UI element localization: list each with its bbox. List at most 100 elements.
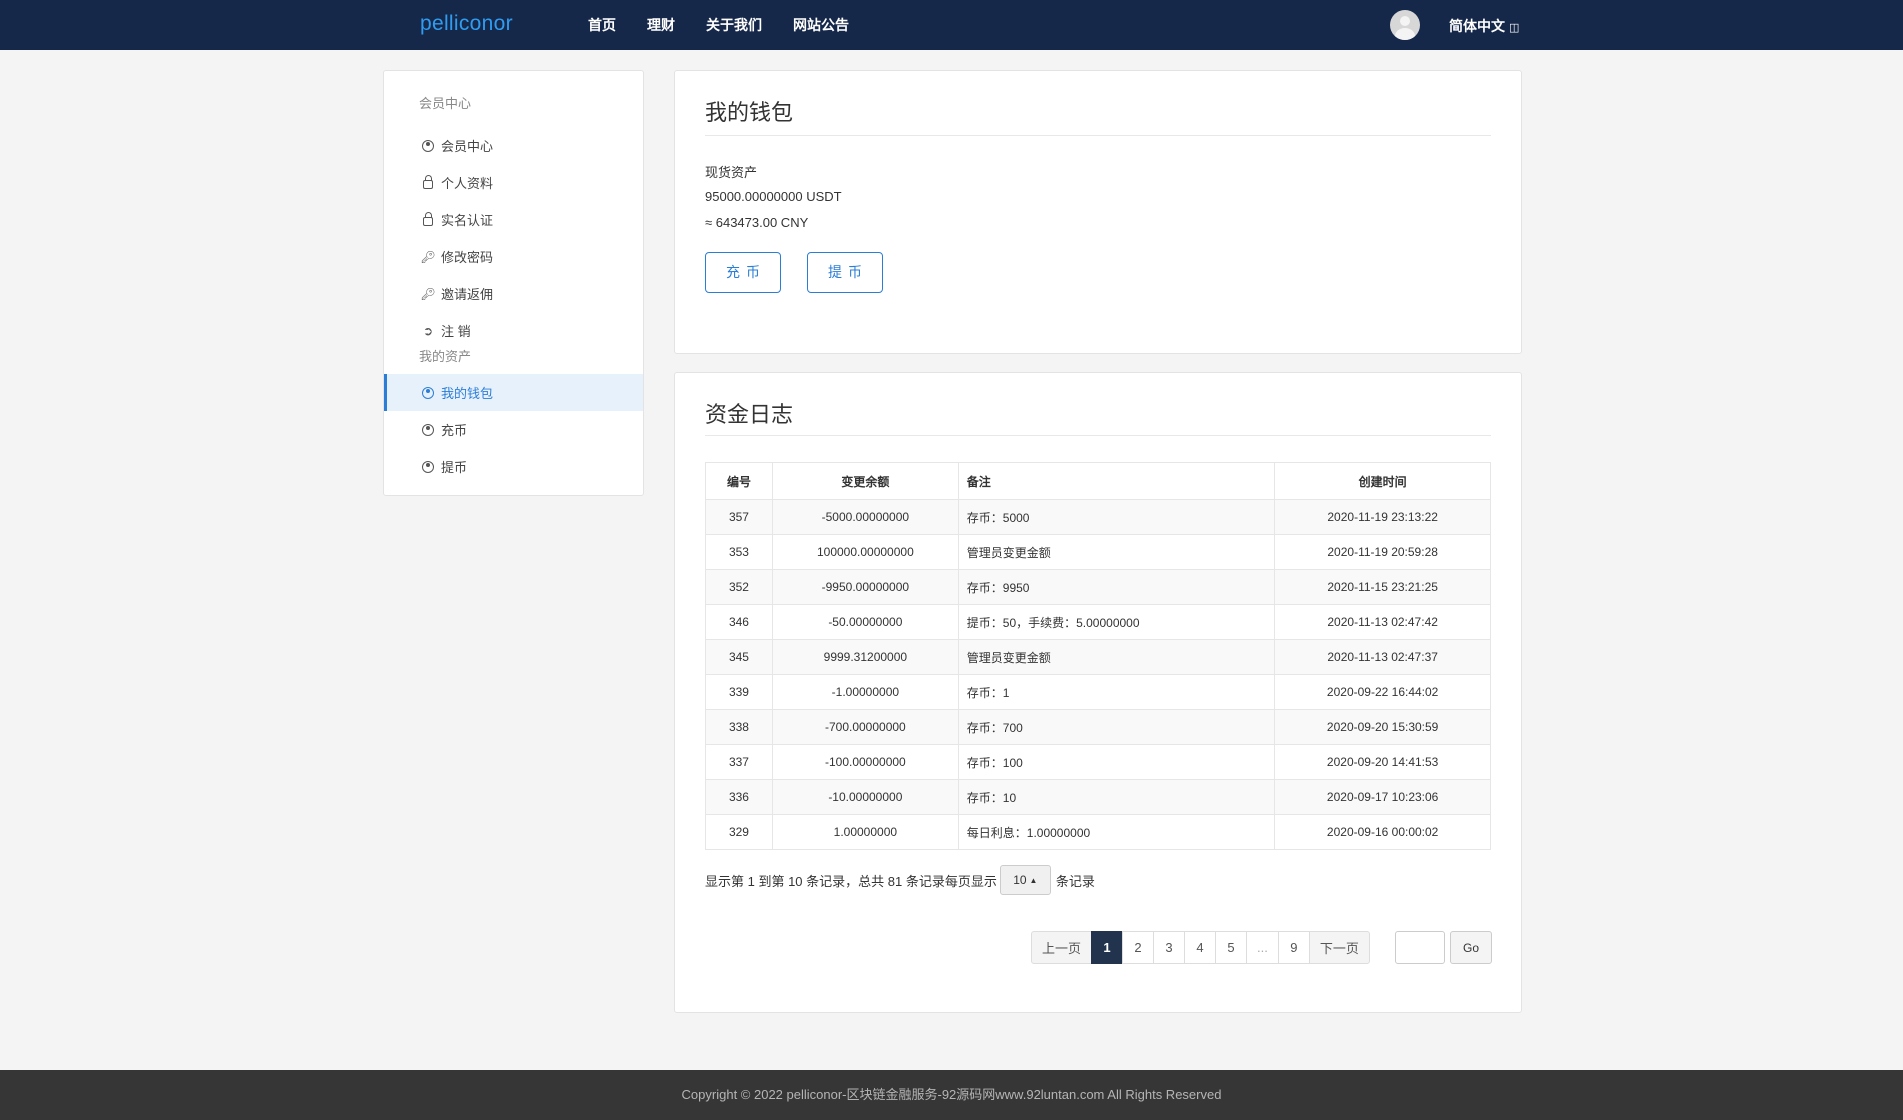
cell-time: 2020-11-13 02:47:37 xyxy=(1274,639,1491,675)
cell-id: 353 xyxy=(705,534,773,570)
fund-log-table: 编号 变更余额 备注 创建时间 357 -5000.00000000 存币：5000… xyxy=(705,462,1491,850)
table-row: 338 -700.00000000 存币：700 2020-09-20 15:30:5… xyxy=(705,709,1491,745)
sidebar-item-label: 邀请返佣 xyxy=(441,287,494,302)
cell-amount: -10.00000000 xyxy=(771,779,959,815)
cell-note: 存币：100 xyxy=(957,744,1276,780)
cell-note: 每日利息：1.00000000 xyxy=(957,814,1276,850)
cell-note: 存币：5000 xyxy=(957,499,1276,535)
page-button-2[interactable]: 2 xyxy=(1122,931,1155,964)
cell-id: 337 xyxy=(705,744,773,780)
brand-logo[interactable]: pelliconor xyxy=(420,12,513,36)
table-row: 346 -50.00000000 提币：50，手续费：5.00000000 2020-… xyxy=(705,604,1491,640)
prev-page-button[interactable]: 上一页 xyxy=(1031,931,1093,964)
deposit-button[interactable]: 充币 xyxy=(705,252,781,293)
top-navbar: pelliconor 首页 理财 关于我们 网站公告 简体中文 ◫ xyxy=(0,0,1903,50)
main-nav: 首页 理财 关于我们 网站公告 xyxy=(588,0,880,50)
next-page-button[interactable]: 下一页 xyxy=(1308,931,1370,964)
page-button-5[interactable]: 5 xyxy=(1215,931,1248,964)
cell-time: 2020-09-17 10:23:06 xyxy=(1274,779,1491,815)
withdraw-button[interactable]: 提币 xyxy=(807,252,883,293)
divider xyxy=(705,135,1491,136)
cell-id: 357 xyxy=(705,499,773,535)
sidebar-item-profile[interactable]: 个人资料 xyxy=(384,164,643,201)
nav-about[interactable]: 关于我们 xyxy=(706,0,762,50)
language-label: 简体中文 xyxy=(1449,18,1505,34)
sidebar-item-withdraw[interactable]: 提币 xyxy=(384,448,643,485)
cell-amount: -9950.00000000 xyxy=(771,569,959,605)
table-row: 352 -9950.00000000 存币：9950 2020-11-15 23:21… xyxy=(705,569,1491,605)
column-header-time[interactable]: 创建时间 xyxy=(1274,462,1491,500)
divider xyxy=(705,435,1491,436)
nav-announcements[interactable]: 网站公告 xyxy=(793,0,849,50)
section-title: 资金日志 xyxy=(705,402,794,427)
page-size-select[interactable]: 10 ▲ xyxy=(999,865,1051,895)
user-circle-icon xyxy=(421,460,435,473)
sidebar-item-verification[interactable]: 实名认证 xyxy=(384,201,643,238)
asset-label: 现货资产 xyxy=(705,165,758,180)
go-button[interactable]: Go xyxy=(1450,931,1492,964)
page-button-9[interactable]: 9 xyxy=(1277,931,1310,964)
avatar[interactable] xyxy=(1390,10,1420,40)
table-row: 339 -1.00000000 存币：1 2020-09-22 16:44:02 xyxy=(705,674,1491,710)
language-icon: ◫ xyxy=(1509,22,1520,34)
cell-note: 存币：9950 xyxy=(957,569,1276,605)
cell-id: 329 xyxy=(705,814,773,850)
cell-note: 提币：50，手续费：5.00000000 xyxy=(957,604,1276,640)
cell-id: 336 xyxy=(705,779,773,815)
cell-time: 2020-11-19 23:13:22 xyxy=(1274,499,1491,535)
cell-amount: -100.00000000 xyxy=(771,744,959,780)
key-icon: 🔑︎ xyxy=(420,286,436,301)
page-ellipsis: ... xyxy=(1246,931,1279,964)
table-row: 353 100000.00000000 管理员变更金额 2020-11-19 20:5… xyxy=(705,534,1491,570)
sidebar-group-assets: 我的资产 xyxy=(419,349,472,364)
cell-note: 管理员变更金额 xyxy=(957,639,1276,675)
cell-time: 2020-09-22 16:44:02 xyxy=(1274,674,1491,710)
cell-id: 346 xyxy=(705,604,773,640)
sidebar-item-wallet[interactable]: 我的钱包 xyxy=(384,374,643,411)
cell-amount: -50.00000000 xyxy=(771,604,959,640)
cell-time: 2020-11-19 20:59:28 xyxy=(1274,534,1491,570)
wallet-panel: 我的钱包 现货资产 95000.00000000 USDT ≈ 643473.0… xyxy=(674,70,1522,354)
column-header-id[interactable]: 编号 xyxy=(705,462,773,500)
sidebar-item-logout[interactable]: ➲ 注 销 xyxy=(384,312,643,349)
table-row: 357 -5000.00000000 存币：5000 2020-11-19 23:13… xyxy=(705,499,1491,535)
sidebar-item-change-password[interactable]: 🔑︎ 修改密码 xyxy=(384,238,643,275)
table-row: 329 1.00000000 每日利息：1.00000000 2020-09-16 0… xyxy=(705,814,1491,850)
cell-amount: -700.00000000 xyxy=(771,709,959,745)
key-icon: 🔑︎ xyxy=(420,249,436,264)
cell-time: 2020-09-20 15:30:59 xyxy=(1274,709,1491,745)
nav-finance[interactable]: 理财 xyxy=(647,0,675,50)
table-row: 336 -10.00000000 存币：10 2020-09-17 10:23:06 xyxy=(705,779,1491,815)
column-header-note[interactable]: 备注 xyxy=(957,462,1276,500)
sidebar-item-label: 提币 xyxy=(441,460,468,475)
cell-amount: 1.00000000 xyxy=(771,814,959,850)
records-info: 显示第 1 到第 10 条记录，总共 81 条记录每页显示 10 ▲ 条记录 xyxy=(705,865,1095,895)
cell-id: 345 xyxy=(705,639,773,675)
cell-amount: -5000.00000000 xyxy=(771,499,959,535)
sidebar-item-label: 会员中心 xyxy=(441,139,494,154)
avatar-head xyxy=(1400,16,1410,26)
cell-note: 管理员变更金额 xyxy=(957,534,1276,570)
page-button-4[interactable]: 4 xyxy=(1184,931,1217,964)
sidebar-item-member-center[interactable]: 会员中心 xyxy=(384,127,643,164)
language-selector[interactable]: 简体中文 ◫ xyxy=(1449,16,1519,36)
lock-icon xyxy=(421,212,435,226)
avatar-body xyxy=(1395,28,1415,40)
page-title: 我的钱包 xyxy=(705,100,794,125)
cell-amount: -1.00000000 xyxy=(771,674,959,710)
table-row: 337 -100.00000000 存币：100 2020-09-20 14:41:5… xyxy=(705,744,1491,780)
column-header-amount[interactable]: 变更余额 xyxy=(771,462,959,500)
records-info-suffix: 条记录 xyxy=(1055,873,1095,889)
page-button-1[interactable]: 1 xyxy=(1091,931,1124,964)
page-jump-input[interactable] xyxy=(1395,931,1445,964)
cell-time: 2020-09-20 14:41:53 xyxy=(1274,744,1491,780)
sidebar-item-referral[interactable]: 🔑︎ 邀请返佣 xyxy=(384,275,643,312)
nav-home[interactable]: 首页 xyxy=(588,0,616,50)
page-button-3[interactable]: 3 xyxy=(1153,931,1186,964)
table-header-row: 编号 变更余额 备注 创建时间 xyxy=(705,462,1491,500)
user-circle-icon xyxy=(421,139,435,152)
cell-id: 339 xyxy=(705,674,773,710)
cell-amount: 100000.00000000 xyxy=(771,534,959,570)
sidebar-item-deposit[interactable]: 充币 xyxy=(384,411,643,448)
cell-id: 352 xyxy=(705,569,773,605)
